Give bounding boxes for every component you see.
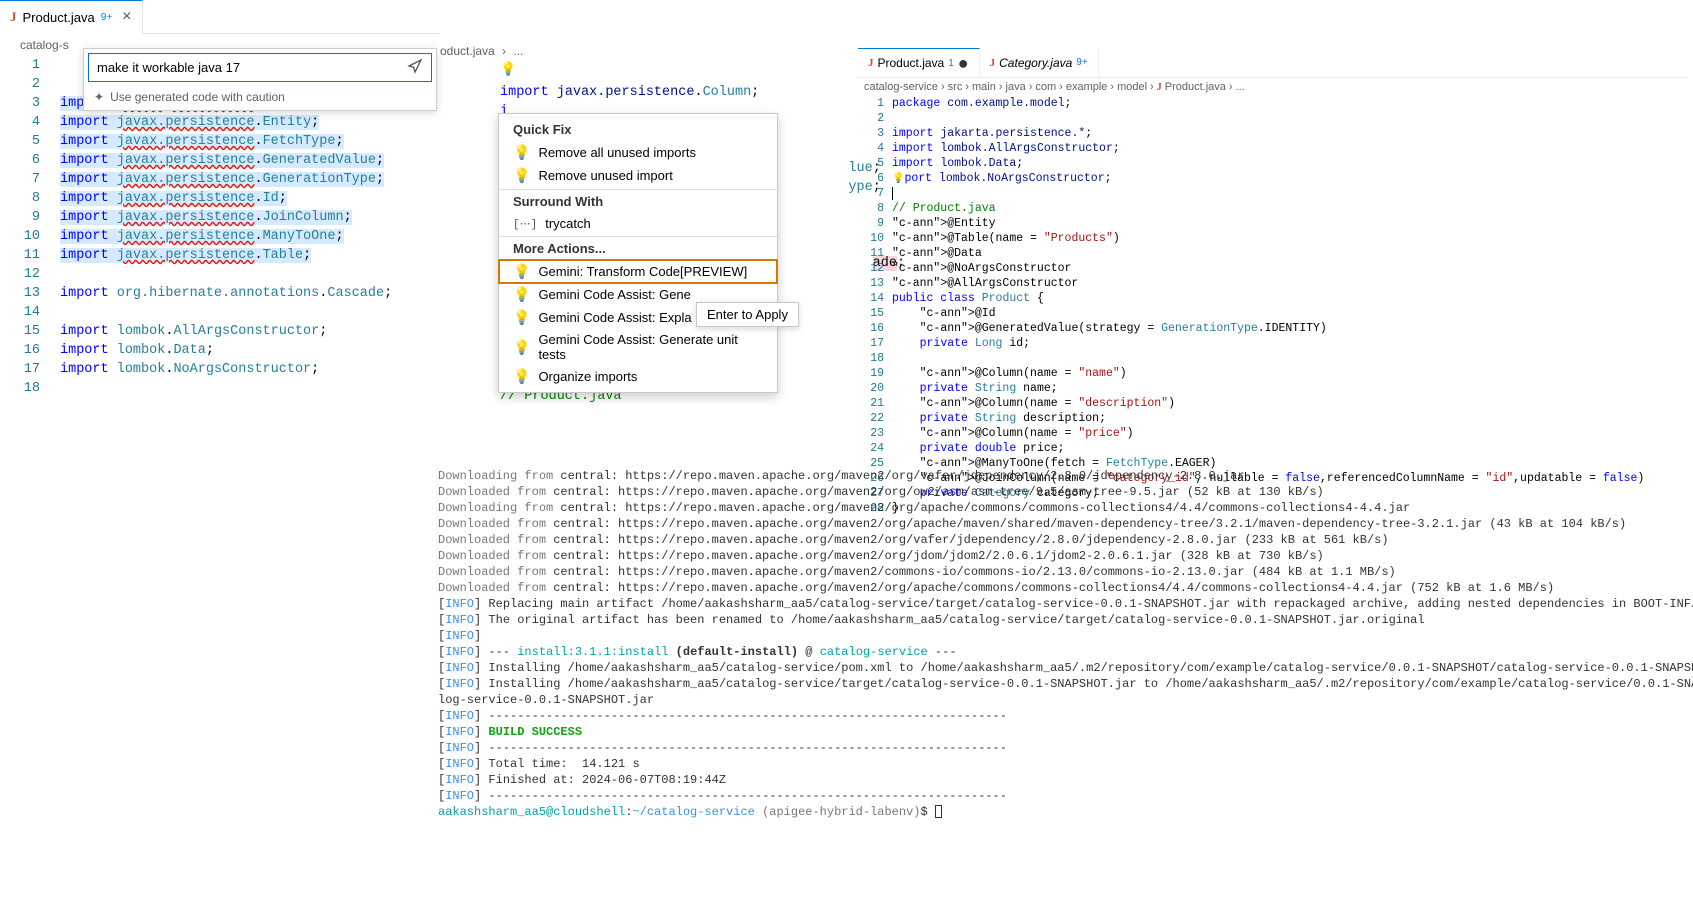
tab-label: Product.java [23, 10, 95, 25]
tab-bar: J Product.java 9+ × [0, 0, 440, 34]
menu-organize-imports[interactable]: 💡 Organize imports [499, 365, 777, 388]
prompt-input-row [88, 53, 432, 82]
lightbulb-icon: 💡 [513, 263, 530, 280]
terminal-panel[interactable]: Downloading from central: https://repo.m… [438, 468, 1688, 820]
caution-text: Use generated code with caution [110, 90, 285, 104]
menu-label: Remove unused import [538, 168, 672, 183]
menu-header-more: More Actions... [499, 236, 777, 260]
lightbulb-icon: 💡 [513, 144, 530, 161]
breadcrumb[interactable]: catalog-service›src›main›java›com›exampl… [858, 78, 1688, 96]
code-area[interactable]: package com.example.model;import jakarta… [892, 96, 1688, 516]
tab-product-java[interactable]: J Product.java 9+ × [0, 0, 143, 34]
menu-label: Gemini Code Assist: Gene [538, 287, 690, 302]
code-editor[interactable]: 1234567891011121314151617181920212223242… [858, 96, 1688, 516]
tab-bar: JProduct.java 1 ●JCategory.java 9+ [858, 48, 1688, 78]
enter-to-apply-hint: Enter to Apply [696, 302, 799, 327]
menu-label: trycatch [545, 216, 591, 231]
snippet-icon: [⋯] [513, 217, 537, 231]
menu-gemini-tests[interactable]: 💡 Gemini Code Assist: Generate unit tests [499, 329, 777, 365]
menu-header-quickfix: Quick Fix [499, 118, 777, 141]
prompt-caution: ✦ Use generated code with caution [84, 86, 436, 110]
tab-badge: 9+ [101, 12, 112, 23]
menu-remove-unused[interactable]: 💡 Remove unused import [499, 164, 777, 187]
breadcrumb-file[interactable]: oduct.java [440, 44, 495, 58]
menu-trycatch[interactable]: [⋯] trycatch [499, 213, 777, 234]
line-gutter: 1234567891011121314151617181920212223242… [858, 96, 892, 516]
tab-product-java[interactable]: JProduct.java 1 ● [858, 48, 980, 77]
lightbulb-icon: 💡 [513, 286, 530, 303]
code-action-menu: Quick Fix 💡 Remove all unused imports 💡 Re… [498, 113, 778, 393]
tab-category-java[interactable]: JCategory.java 9+ [980, 48, 1099, 77]
menu-remove-all-unused[interactable]: 💡 Remove all unused imports [499, 141, 777, 164]
line-gutter: 123456789101112131415161718 [0, 56, 60, 398]
menu-header-surround: Surround With [499, 189, 777, 213]
java-file-icon: J [10, 9, 17, 25]
breadcrumb-more[interactable]: ... [513, 44, 523, 58]
menu-label: Gemini Code Assist: Generate unit tests [538, 332, 763, 362]
lightbulb-icon: 💡 [513, 368, 530, 385]
lightbulb-icon: 💡 [513, 339, 530, 356]
lightbulb-icon: 💡 [513, 167, 530, 184]
sparkle-icon: ✦ [94, 90, 104, 104]
chevron-right-icon: › [498, 44, 510, 58]
menu-label: Remove all unused imports [538, 145, 696, 160]
close-icon[interactable]: × [118, 8, 131, 26]
lightbulb-icon: 💡 [513, 309, 530, 326]
menu-label: Organize imports [538, 369, 637, 384]
menu-gemini-transform[interactable]: 💡 Gemini: Transform Code[PREVIEW] [499, 260, 777, 283]
menu-label: Gemini: Transform Code[PREVIEW] [538, 264, 747, 279]
menu-label: Gemini Code Assist: Expla [538, 310, 691, 325]
breadcrumb: oduct.java › ... [440, 44, 840, 64]
send-icon[interactable] [407, 58, 423, 77]
gemini-prompt-popup: ✦ Use generated code with caution [83, 48, 437, 111]
editor-panel-right: JProduct.java 1 ●JCategory.java 9+ catal… [858, 48, 1688, 516]
gemini-prompt-input[interactable] [97, 60, 407, 75]
